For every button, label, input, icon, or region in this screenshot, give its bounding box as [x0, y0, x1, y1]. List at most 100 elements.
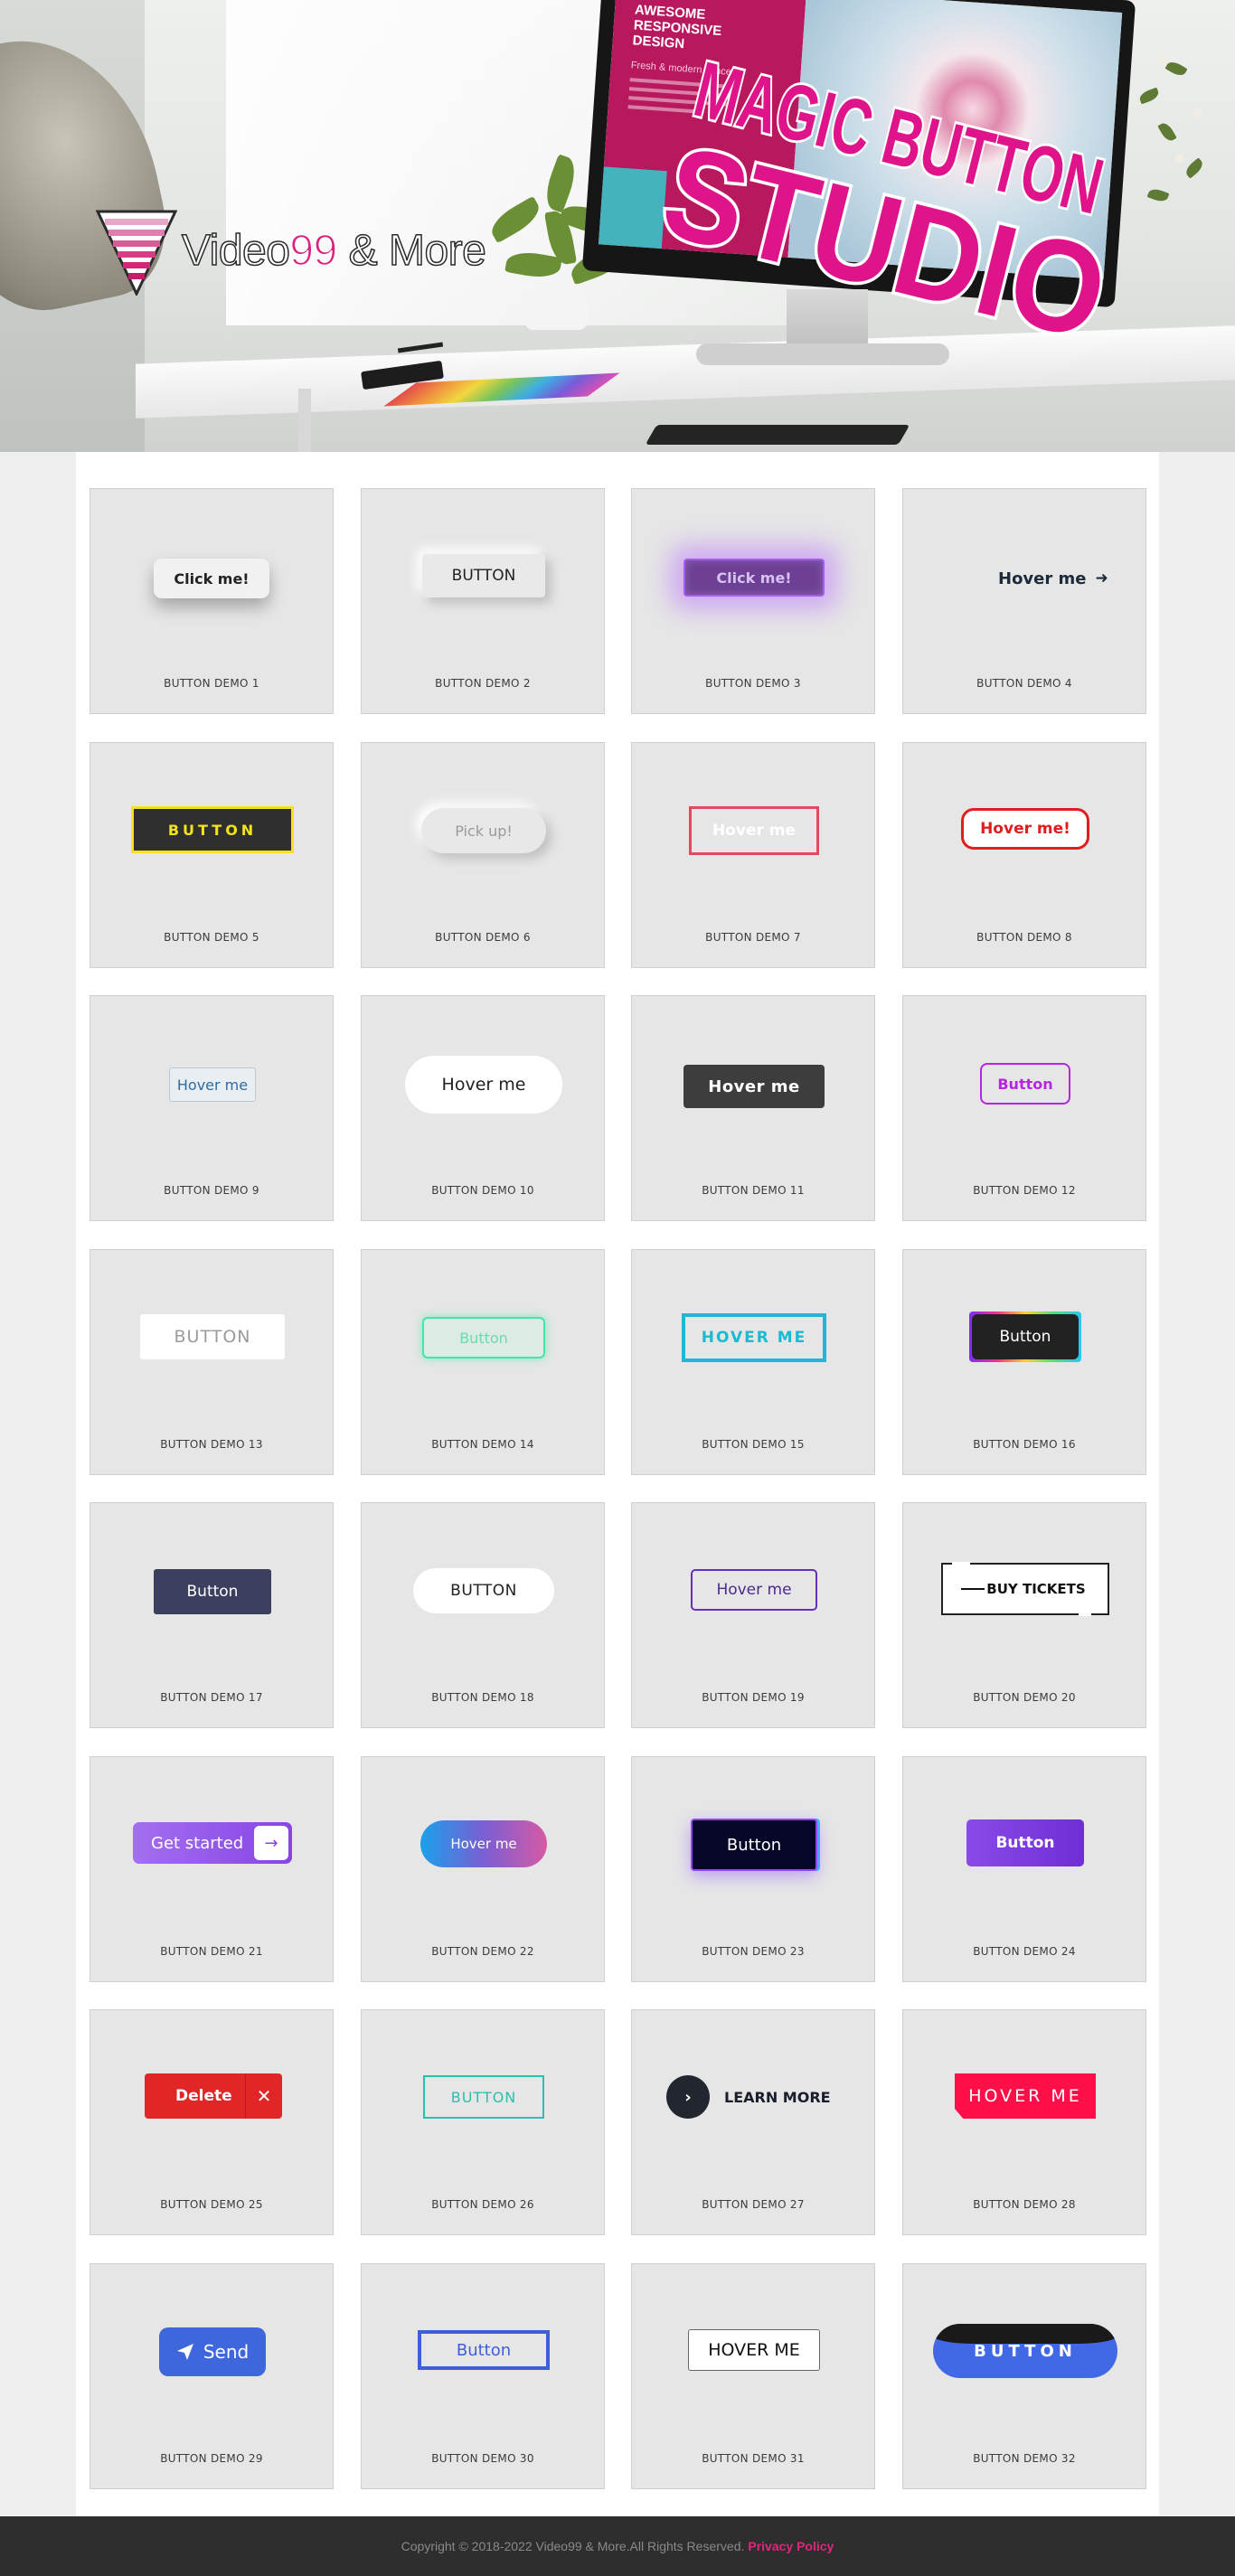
demo-21-button-label: Get started [151, 1833, 244, 1853]
demo-20-button-label: BUY TICKETS [986, 1581, 1086, 1597]
demo-6-button[interactable]: Pick up! [421, 808, 546, 853]
demo-16-label: BUTTON DEMO 16 [973, 1438, 1076, 1451]
demo-30-label: BUTTON DEMO 30 [431, 2452, 534, 2465]
demo-20-label: BUTTON DEMO 20 [973, 1691, 1076, 1704]
demo-card-27: › LEARN MORE BUTTON DEMO 27 [631, 2009, 875, 2235]
demo-19-button[interactable]: Hover me [691, 1569, 817, 1611]
footer-copyright: Copyright © 2018-2022 Video99 & More.All… [401, 2539, 745, 2553]
demo-32-label: BUTTON DEMO 32 [973, 2452, 1076, 2465]
demo-1-label: BUTTON DEMO 1 [164, 677, 259, 690]
demo-card-6: Pick up! BUTTON DEMO 6 [361, 742, 605, 968]
demo-5-label: BUTTON DEMO 5 [164, 931, 259, 944]
demo-26-label: BUTTON DEMO 26 [431, 2198, 534, 2211]
demo-16-button[interactable]: Button [969, 1312, 1081, 1362]
footer: Copyright © 2018-2022 Video99 & More.All… [0, 2516, 1235, 2576]
demo-card-19: Hover me BUTTON DEMO 19 [631, 1502, 875, 1728]
demo-32-button-label: BUTTON [974, 2341, 1077, 2361]
demo-card-18: BUTTON BUTTON DEMO 18 [361, 1502, 605, 1728]
button-demo-grid: Click me! BUTTON DEMO 1 BUTTON BUTTON DE… [76, 452, 1159, 2516]
demo-card-5: BUTTON BUTTON DEMO 5 [90, 742, 334, 968]
demo-card-3: Click me! BUTTON DEMO 3 [631, 488, 875, 714]
demo-25-label: BUTTON DEMO 25 [160, 2198, 263, 2211]
demo-card-30: Button BUTTON DEMO 30 [361, 2263, 605, 2489]
demo-9-label: BUTTON DEMO 9 [164, 1184, 259, 1197]
demo-23-button[interactable]: Button [691, 1819, 817, 1871]
demo-card-8: Hover me! BUTTON DEMO 8 [902, 742, 1146, 968]
logo-triangle-icon [96, 210, 177, 296]
privacy-policy-link[interactable]: Privacy Policy [748, 2539, 834, 2553]
paper-plane-icon [176, 2344, 193, 2360]
hero-pens [397, 342, 444, 353]
demo-card-21: Get started → BUTTON DEMO 21 [90, 1756, 334, 1982]
demo-31-button[interactable]: HOVER ME [688, 2329, 820, 2371]
demo-card-12: Button BUTTON DEMO 12 [902, 995, 1146, 1221]
demo-card-20: BUY TICKETS BUTTON DEMO 20 [902, 1502, 1146, 1728]
demo-21-label: BUTTON DEMO 21 [160, 1945, 263, 1958]
demo-11-button[interactable]: Hover me [683, 1065, 825, 1108]
chevron-right-icon: › [666, 2075, 710, 2119]
demo-13-button[interactable]: BUTTON [140, 1314, 285, 1359]
demo-22-label: BUTTON DEMO 22 [431, 1945, 534, 1958]
demo-29-button-label: Send [203, 2341, 250, 2363]
demo-10-button[interactable]: Hover me [405, 1056, 562, 1114]
close-icon: ✕ [256, 2085, 272, 2107]
hero-desk-leg [298, 389, 311, 452]
demo-27-button[interactable]: › LEARN MORE [666, 2073, 842, 2120]
demo-card-22: Hover me BUTTON DEMO 22 [361, 1756, 605, 1982]
demo-card-17: Button BUTTON DEMO 17 [90, 1502, 334, 1728]
demo-32-button[interactable]: BUTTON [933, 2324, 1117, 2378]
demo-28-button[interactable]: HOVER ME [955, 2073, 1096, 2119]
demo-12-button[interactable]: Button [980, 1063, 1070, 1105]
demo-18-button[interactable]: BUTTON [413, 1568, 554, 1613]
demo-27-label: BUTTON DEMO 27 [702, 2198, 805, 2211]
demo-12-label: BUTTON DEMO 12 [973, 1184, 1076, 1197]
demo-card-14: Button BUTTON DEMO 14 [361, 1249, 605, 1475]
demo-14-label: BUTTON DEMO 14 [431, 1438, 534, 1451]
demo-20-button[interactable]: BUY TICKETS [941, 1562, 1109, 1616]
demo-22-button[interactable]: Hover me [420, 1820, 547, 1867]
demo-card-23: Button BUTTON DEMO 23 [631, 1756, 875, 1982]
demo-4-button[interactable]: Hover me ➜ [971, 559, 1108, 598]
demo-14-button[interactable]: Button [422, 1317, 545, 1359]
demo-23-label: BUTTON DEMO 23 [702, 1945, 805, 1958]
demo-card-32: BUTTON BUTTON DEMO 32 [902, 2263, 1146, 2489]
demo-card-13: BUTTON BUTTON DEMO 13 [90, 1249, 334, 1475]
demo-30-button[interactable]: Button [418, 2330, 550, 2370]
demo-card-11: Hover me BUTTON DEMO 11 [631, 995, 875, 1221]
demo-1-button[interactable]: Click me! [154, 559, 269, 598]
demo-card-15: HOVER ME BUTTON DEMO 15 [631, 1249, 875, 1475]
demo-card-25: Delete ✕ BUTTON DEMO 25 [90, 2009, 334, 2235]
demo-8-button[interactable]: Hover me! [961, 808, 1089, 850]
demo-card-24: Button BUTTON DEMO 24 [902, 1756, 1146, 1982]
demo-card-16: Button BUTTON DEMO 16 [902, 1249, 1146, 1475]
demo-16-button-label: Button [972, 1314, 1079, 1359]
demo-13-label: BUTTON DEMO 13 [160, 1438, 263, 1451]
demo-29-button[interactable]: Send [159, 2327, 266, 2376]
demo-5-button[interactable]: BUTTON [131, 806, 294, 853]
screen-heading: AWESOME RESPONSIVE DESIGN [632, 2, 722, 52]
brand-logo[interactable]: Video99 & More [96, 210, 530, 296]
demo-28-label: BUTTON DEMO 28 [973, 2198, 1076, 2211]
demo-21-button[interactable]: Get started → [133, 1822, 292, 1864]
demo-card-28: HOVER ME BUTTON DEMO 28 [902, 2009, 1146, 2235]
demo-9-button[interactable]: Hover me [169, 1067, 256, 1102]
demo-2-button[interactable]: BUTTON [422, 554, 545, 597]
demo-25-button[interactable]: Delete ✕ [145, 2073, 282, 2119]
hero-title: MAGIC BUTTON STUDIO [651, 54, 1123, 371]
demo-7-label: BUTTON DEMO 7 [705, 931, 801, 944]
demo-card-10: Hover me BUTTON DEMO 10 [361, 995, 605, 1221]
demo-card-9: Hover me BUTTON DEMO 9 [90, 995, 334, 1221]
demo-17-button[interactable]: Button [154, 1569, 271, 1614]
demo-7-button[interactable]: Hover me [689, 806, 819, 855]
logo-wordmark: Video99 & More [181, 226, 486, 276]
hero-banner: AWESOME RESPONSIVE DESIGN Fresh & modern… [0, 0, 1235, 452]
demo-8-label: BUTTON DEMO 8 [976, 931, 1072, 944]
demo-26-button[interactable]: BUTTON [423, 2075, 544, 2119]
demo-3-button[interactable]: Click me! [683, 559, 825, 597]
demo-card-1: Click me! BUTTON DEMO 1 [90, 488, 334, 714]
demo-2-label: BUTTON DEMO 2 [435, 677, 531, 690]
demo-24-button[interactable]: Button [966, 1819, 1084, 1866]
demo-card-2: BUTTON BUTTON DEMO 2 [361, 488, 605, 714]
demo-10-label: BUTTON DEMO 10 [431, 1184, 534, 1197]
demo-15-button[interactable]: HOVER ME [682, 1313, 826, 1362]
